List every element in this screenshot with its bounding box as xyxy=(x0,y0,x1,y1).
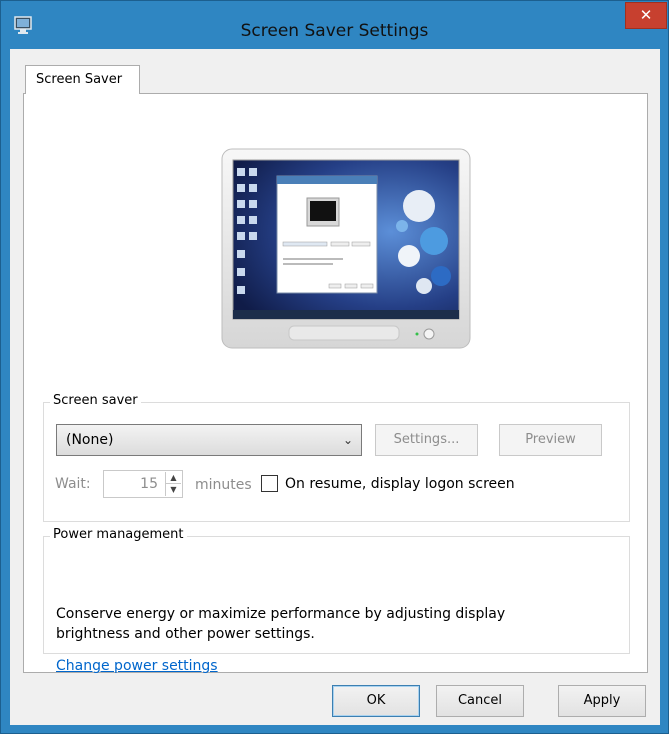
stepper-buttons: ▲ ▼ xyxy=(165,472,181,496)
screen-saver-group-label: Screen saver xyxy=(50,393,141,408)
preview-button[interactable]: Preview xyxy=(499,424,602,456)
screen-saver-settings-window: Screen Saver Settings ✕ Screen Saver Scr… xyxy=(0,0,669,734)
wait-minutes-value: 15 xyxy=(140,476,158,492)
cancel-button[interactable]: Cancel xyxy=(436,685,524,717)
title-bar[interactable]: Screen Saver Settings ✕ xyxy=(1,1,668,51)
logon-screen-checkbox-label[interactable]: On resume, display logon screen xyxy=(285,476,515,492)
power-management-label-text: Power management xyxy=(53,527,184,542)
wait-label: Wait: xyxy=(55,476,91,492)
spin-down-icon[interactable]: ▼ xyxy=(166,484,181,496)
settings-button[interactable]: Settings... xyxy=(375,424,478,456)
dialog-client-area: Screen Saver Screen saver (None) ⌄ Setti… xyxy=(10,49,660,725)
change-power-settings-link[interactable]: Change power settings xyxy=(56,658,218,674)
ok-button[interactable]: OK xyxy=(332,685,420,717)
wait-minutes-stepper[interactable]: 15 ▲ ▼ xyxy=(103,470,183,498)
screen-saver-group-label-text: Screen saver xyxy=(53,393,138,408)
screen-saver-group: Screen saver xyxy=(43,393,630,522)
screen-saver-select[interactable]: (None) ⌄ xyxy=(56,424,362,456)
logon-screen-checkbox[interactable] xyxy=(261,475,278,492)
screen-saver-tab-panel: Screen saver (None) ⌄ Settings... Previe… xyxy=(23,93,648,674)
window-title: Screen Saver Settings xyxy=(240,21,429,41)
spin-up-icon[interactable]: ▲ xyxy=(166,472,181,484)
power-management-group-label: Power management xyxy=(50,527,187,542)
tab-screen-saver[interactable]: Screen Saver xyxy=(25,65,140,94)
power-management-description: Conserve energy or maximize performance … xyxy=(56,606,506,642)
minutes-label: minutes xyxy=(195,477,252,493)
close-button[interactable]: ✕ xyxy=(625,2,667,29)
apply-button[interactable]: Apply xyxy=(558,685,646,717)
chevron-down-icon: ⌄ xyxy=(342,433,353,447)
monitor-preview-icon xyxy=(221,148,471,349)
screen-saver-selected-value: (None) xyxy=(66,432,114,448)
